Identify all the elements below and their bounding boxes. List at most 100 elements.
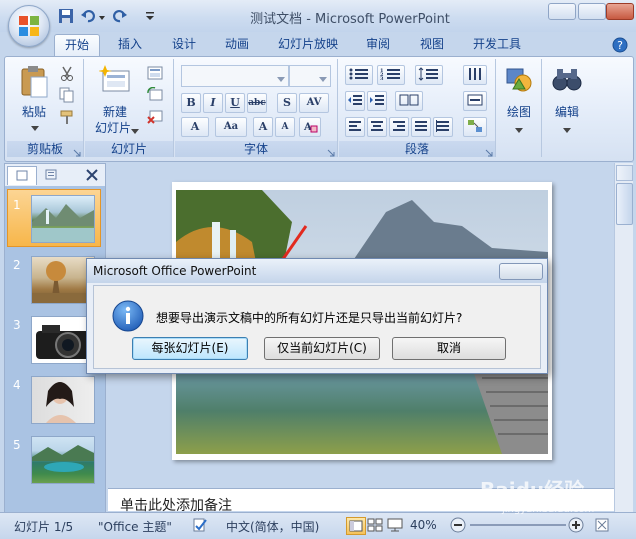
increase-indent-icon[interactable]	[367, 91, 387, 111]
office-button[interactable]	[8, 5, 50, 47]
shrink-font-icon[interactable]: A	[275, 117, 295, 137]
change-case-icon[interactable]: Aa	[215, 117, 247, 137]
dialog-close-button[interactable]	[499, 263, 543, 280]
distribute-icon[interactable]	[433, 117, 453, 137]
copy-icon[interactable]	[59, 87, 75, 103]
undo-dropdown-icon[interactable]	[98, 11, 106, 20]
tab-home[interactable]: 开始	[54, 34, 100, 56]
spellcheck-icon[interactable]	[192, 517, 208, 533]
slide-thumbnail-lake[interactable]	[31, 436, 95, 484]
strikethrough-icon[interactable]: abc	[247, 93, 267, 113]
drawing-icon[interactable]	[503, 65, 533, 95]
smartart-icon[interactable]	[463, 117, 487, 137]
delete-slide-icon[interactable]	[147, 109, 163, 125]
grow-font-icon[interactable]: A	[253, 117, 273, 137]
paste-icon[interactable]	[19, 65, 49, 98]
char-spacing-icon[interactable]: AV	[299, 93, 329, 113]
zoom-out-icon[interactable]	[450, 517, 466, 533]
help-icon[interactable]: ?	[612, 37, 628, 53]
maximize-button[interactable]	[578, 3, 606, 20]
tab-insert[interactable]: 插入	[110, 34, 150, 55]
export-current-slide-button[interactable]: 仅当前幻灯片(C)	[264, 337, 380, 360]
new-slide-label-1[interactable]: 新建	[87, 103, 143, 120]
font-launcher-icon[interactable]	[327, 146, 335, 157]
dialog-titlebar: Microsoft Office PowerPoint	[87, 259, 547, 283]
decrease-indent-icon[interactable]	[345, 91, 365, 111]
fit-window-icon[interactable]	[594, 517, 610, 533]
slide-number: 4	[13, 378, 21, 392]
tab-developer[interactable]: 开发工具	[466, 34, 528, 55]
tab-view[interactable]: 视图	[412, 34, 452, 55]
paste-dropdown-icon[interactable]	[31, 121, 39, 131]
columns-icon[interactable]	[395, 91, 423, 111]
save-icon[interactable]	[58, 8, 74, 24]
drawing-group: 绘图	[497, 59, 542, 157]
tab-design[interactable]: 设计	[164, 34, 204, 55]
scroll-up-icon[interactable]	[616, 165, 633, 181]
export-each-slide-button[interactable]: 每张幻灯片(E)	[132, 337, 248, 360]
numbering-icon[interactable]: 123	[377, 65, 405, 85]
drawing-dropdown-icon[interactable]	[515, 123, 523, 133]
shadow-icon[interactable]: S	[277, 93, 297, 113]
zoom-level[interactable]: 40%	[410, 518, 437, 532]
layout-icon[interactable]	[147, 65, 163, 81]
format-painter-icon[interactable]	[59, 109, 75, 125]
close-button[interactable]	[606, 3, 634, 20]
zoom-slider-track[interactable]	[470, 524, 566, 526]
editing-label[interactable]: 编辑	[545, 103, 589, 120]
minimize-button[interactable]	[548, 3, 576, 20]
paragraph-launcher-icon[interactable]	[485, 146, 493, 157]
drawing-label[interactable]: 绘图	[497, 103, 541, 120]
tab-animation[interactable]: 动画	[217, 34, 257, 55]
editing-dropdown-icon[interactable]	[563, 123, 571, 133]
tab-slideshow[interactable]: 幻灯片放映	[272, 34, 344, 55]
justify-icon[interactable]	[411, 117, 431, 137]
reset-icon[interactable]	[147, 86, 163, 103]
customize-qat-icon[interactable]	[145, 10, 155, 20]
font-color-icon[interactable]: A	[181, 117, 209, 137]
paragraph-group-label: 段落	[339, 141, 495, 157]
slide-number: 1	[13, 198, 21, 212]
cut-icon[interactable]	[59, 65, 75, 81]
paste-label[interactable]: 粘贴	[15, 103, 53, 120]
clear-format-icon[interactable]: A	[299, 117, 321, 137]
tab-slides-view[interactable]	[7, 166, 37, 185]
slide-sorter-icon[interactable]	[366, 517, 384, 533]
clipboard-launcher-icon[interactable]	[73, 146, 81, 157]
slideshow-view-icon[interactable]	[386, 517, 404, 533]
slide-thumbnail-waterfall[interactable]	[31, 195, 95, 243]
align-right-icon[interactable]	[389, 117, 409, 137]
align-left-icon[interactable]	[345, 117, 365, 137]
tab-outline-view[interactable]	[37, 166, 65, 184]
underline-icon[interactable]: U	[225, 93, 245, 113]
normal-view-icon[interactable]	[346, 517, 366, 535]
close-panel-icon[interactable]	[85, 168, 99, 182]
font-name-combo[interactable]	[181, 65, 289, 87]
align-text-icon[interactable]	[463, 91, 487, 111]
font-group: B I U abc S AV A Aa A A A 字体	[175, 59, 338, 157]
text-direction-icon[interactable]	[463, 65, 487, 85]
bullets-icon[interactable]	[345, 65, 373, 85]
align-center-icon[interactable]	[367, 117, 387, 137]
slides-group-label: 幻灯片	[85, 141, 173, 157]
font-size-dropdown-icon[interactable]	[319, 72, 327, 82]
new-slide-dropdown-icon[interactable]	[131, 124, 139, 134]
font-name-dropdown-icon[interactable]	[277, 72, 285, 82]
slide-thumbnail-portrait[interactable]	[31, 376, 95, 424]
bold-icon[interactable]: B	[181, 93, 201, 113]
binoculars-icon[interactable]	[551, 65, 582, 95]
line-spacing-icon[interactable]	[415, 65, 443, 85]
title-bar: 测试文档 - Microsoft PowerPoint	[0, 0, 636, 32]
editing-group: 编辑	[545, 59, 589, 157]
slide-number: 3	[13, 318, 21, 332]
undo-icon[interactable]	[80, 8, 96, 24]
new-slide-icon[interactable]	[98, 65, 130, 95]
redo-icon[interactable]	[112, 8, 128, 24]
vertical-scrollbar[interactable]	[614, 163, 633, 515]
cancel-button[interactable]: 取消	[392, 337, 506, 360]
scroll-thumb[interactable]	[616, 183, 633, 225]
zoom-in-icon[interactable]	[568, 517, 584, 533]
theme-name: "Office 主题"	[98, 520, 172, 534]
italic-icon[interactable]: I	[203, 93, 223, 113]
tab-review[interactable]: 审阅	[358, 34, 398, 55]
